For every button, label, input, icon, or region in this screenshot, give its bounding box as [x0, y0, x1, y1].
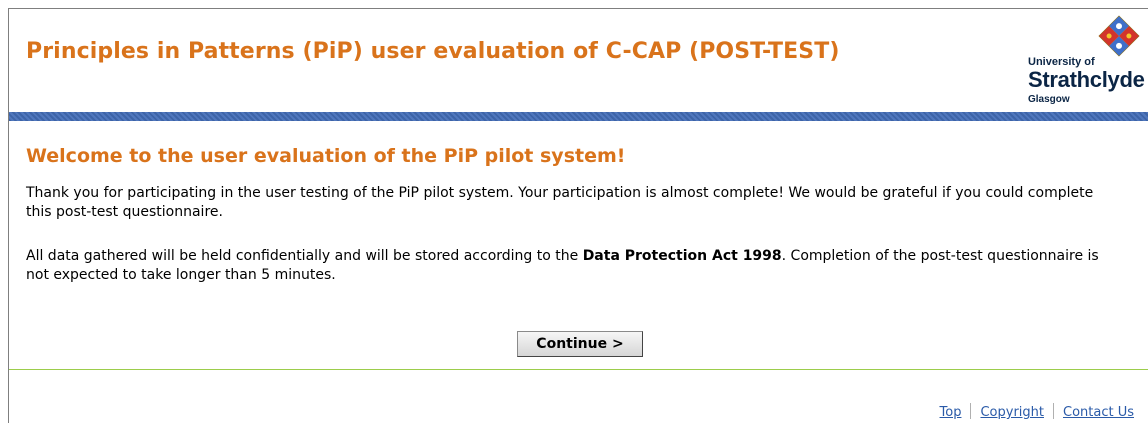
page-frame: Principles in Patterns (PiP) user evalua… [8, 8, 1148, 423]
footer-links: Top Copyright Contact Us [940, 403, 1134, 420]
intro-paragraph: Thank you for participating in the user … [26, 185, 1094, 220]
data-protection-paragraph: All data gathered will be held confident… [26, 247, 1116, 285]
contact-us-link[interactable]: Contact Us [1063, 405, 1134, 420]
copyright-link[interactable]: Copyright [980, 405, 1044, 420]
logo-text-strathclyde: Strathclyde [1028, 67, 1145, 92]
footer-divider [9, 369, 1148, 370]
footer-separator [1053, 403, 1054, 419]
top-link[interactable]: Top [940, 405, 962, 420]
data-protection-act: Data Protection Act 1998 [582, 248, 782, 264]
continue-button[interactable]: Continue > [517, 331, 643, 357]
data-protection-text-start: All data gathered will be held confident… [26, 248, 583, 264]
footer-separator [970, 403, 972, 419]
crest-icon [1098, 15, 1140, 57]
logo-text-glasgow: Glasgow [1028, 94, 1070, 105]
page-title: Principles in Patterns (PiP) user evalua… [26, 39, 840, 64]
header: Principles in Patterns (PiP) user evalua… [9, 9, 1148, 112]
header-divider-bar [9, 112, 1148, 121]
main-content: Welcome to the user evaluation of the Pi… [9, 121, 1148, 337]
university-logo: University of Strathclyde Glasgow [1018, 9, 1148, 111]
welcome-heading: Welcome to the user evaluation of the Pi… [26, 145, 626, 167]
